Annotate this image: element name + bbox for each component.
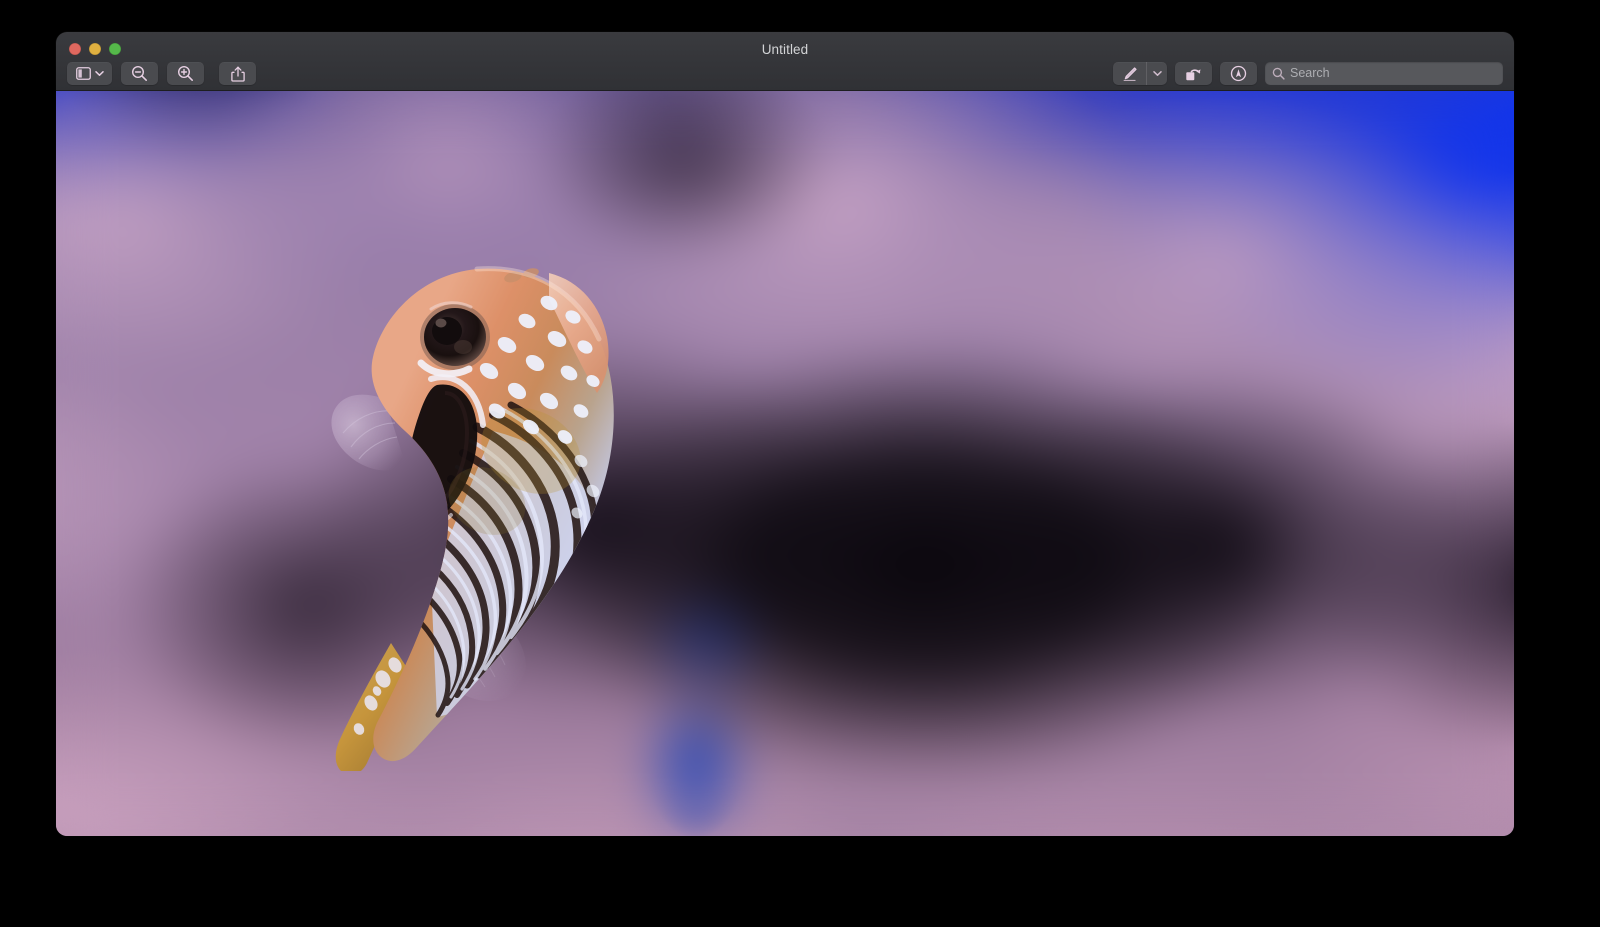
sidebar-toggle-button[interactable]	[67, 62, 112, 85]
search-placeholder: Search	[1290, 67, 1330, 80]
share-button[interactable]	[219, 62, 256, 85]
window-title: Untitled	[56, 42, 1514, 57]
preview-window: Untitled	[56, 32, 1514, 836]
toolbar-left-group	[67, 62, 256, 85]
close-window-button[interactable]	[69, 43, 81, 55]
image-canvas[interactable]	[56, 91, 1514, 836]
toolbar-right-group: Search	[1113, 62, 1503, 85]
traffic-light-group	[69, 43, 121, 55]
annotate-icon	[1230, 65, 1247, 82]
annotate-button[interactable]	[1220, 62, 1257, 85]
minimize-window-button[interactable]	[89, 43, 101, 55]
zoom-in-icon	[177, 65, 194, 82]
markup-pen-icon[interactable]	[1113, 62, 1146, 85]
maximize-window-button[interactable]	[109, 43, 121, 55]
rotate-button[interactable]	[1175, 62, 1212, 85]
search-icon	[1272, 67, 1285, 80]
desktop-background: Untitled	[0, 0, 1600, 927]
share-icon	[231, 66, 245, 82]
zoom-out-icon	[131, 65, 148, 82]
search-input[interactable]: Search	[1265, 62, 1503, 85]
chevron-down-icon[interactable]	[95, 70, 104, 77]
zoom-out-button[interactable]	[121, 62, 158, 85]
pufferfish-subject	[281, 251, 661, 771]
zoom-in-button[interactable]	[167, 62, 204, 85]
rotate-icon	[1185, 66, 1202, 82]
markup-button[interactable]	[1113, 62, 1167, 85]
photo-grain-overlay	[56, 91, 1514, 836]
sidebar-icon	[76, 67, 91, 80]
markup-chevron-down-icon[interactable]	[1146, 62, 1167, 85]
window-titlebar: Untitled	[56, 32, 1514, 91]
